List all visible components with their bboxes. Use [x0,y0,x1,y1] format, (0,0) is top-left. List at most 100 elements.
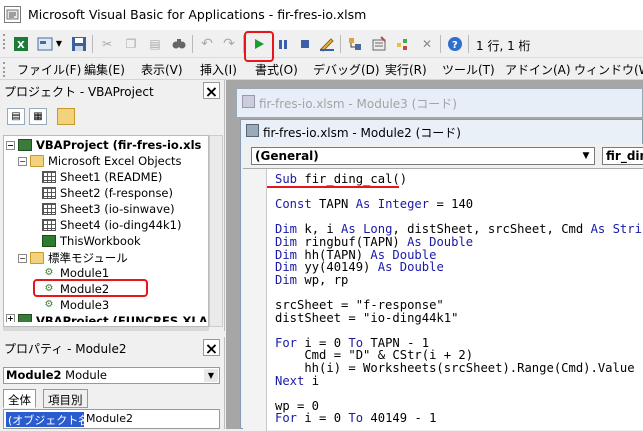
window-title: Microsoft Visual Basic for Applications … [28,7,367,22]
code-line[interactable] [275,387,643,400]
menu-insert[interactable]: 挿入(I) [200,61,237,78]
chevron-down-icon[interactable]: ▼ [54,35,64,52]
project-explorer-icon[interactable] [346,35,364,52]
menu-window[interactable]: ウィンドウ(W [574,61,643,78]
menu-run[interactable]: 実行(R) [385,61,427,78]
procedure-bar: (General) ▼ fir_ding [243,144,643,168]
chevron-down-icon[interactable]: ▼ [204,369,218,382]
procedure-combo[interactable]: fir_ding [602,147,643,165]
menu-debug[interactable]: デバッグ(D) [313,61,380,78]
cut-icon[interactable]: ✂ [98,35,116,52]
tree-vertical-scrollbar[interactable] [209,135,223,327]
title-bar: Microsoft Visual Basic for Applications … [0,0,643,30]
code-line[interactable] [275,324,643,337]
margin-indicator-bar[interactable] [243,169,267,431]
code-line[interactable]: distSheet = "io-ding44k1" [275,311,643,325]
toolbox-icon[interactable]: ✕ [418,35,436,52]
menu-tools[interactable]: ツール(T) [442,61,495,78]
paste-icon[interactable]: ▤ [146,35,164,52]
tree-node-label: Microsoft Excel Objects [48,154,182,168]
design-mode-icon[interactable] [318,35,336,52]
collapse-icon[interactable]: − [18,156,27,166]
tab-alphabetic[interactable]: 全体 [3,389,36,408]
insert-userform-icon[interactable] [36,35,54,52]
tree-node-sheet3[interactable]: Sheet3 (io-sinwave) [42,202,175,216]
code-editor[interactable]: Sub fir_ding_cal() Const TAPN As Integer… [243,168,643,431]
folder-icon [30,155,44,167]
menubar-grip[interactable] [3,62,6,77]
save-icon[interactable] [70,35,88,52]
find-icon[interactable] [170,35,188,52]
tree-node-project[interactable]: − VBAProject (fir-fres-io.xls [6,138,201,152]
excel-icon[interactable]: X [12,35,30,52]
toolbar-separator [92,35,93,53]
module3-window-title: fir-fres-io.xlsm - Module3 (コード) [259,97,457,111]
tree-horizontal-scrollbar[interactable] [3,327,209,331]
vbaproject-icon [18,139,32,151]
code-line[interactable]: hh(i) = Worksheets(srcSheet).Range(Cmd).… [275,362,643,375]
worksheet-icon [42,219,56,231]
menu-addins[interactable]: アドイン(A) [505,61,571,78]
tree-node-modules[interactable]: − 標準モジュール [18,250,128,266]
code-line[interactable]: Next i [275,374,643,388]
tree-node-label: Sheet4 (io-ding44k1) [60,218,182,232]
module2-code-window[interactable]: fir-fres-io.xlsm - Module2 (コード) (Genera… [240,119,643,431]
property-name-cell[interactable]: (オブジェクト名) [6,412,94,427]
object-select[interactable]: Module2 Module ▼ [3,367,220,384]
code-line[interactable]: Dim ringbuf(TAPN) As Double [275,236,643,249]
code-line[interactable]: Dim wp, rp [275,273,643,287]
tree-node-label: Sheet1 (README) [60,170,163,184]
tree-node-module2[interactable]: ⚙ Module2 [42,282,109,296]
object-browser-icon[interactable] [394,35,412,52]
code-line[interactable]: srcSheet = "f-response" [275,299,643,312]
code-line[interactable]: Sub fir_ding_cal() [275,173,643,186]
code-line[interactable]: Dim yy(40149) As Double [275,261,643,274]
collapse-icon[interactable]: − [18,253,27,263]
code-line[interactable]: Const TAPN As Integer = 140 [275,198,643,211]
view-object-icon[interactable]: ▦ [29,108,47,125]
close-icon[interactable]: × [203,339,220,357]
reset-icon[interactable] [296,35,314,52]
menu-file[interactable]: ファイル(F) [17,61,81,78]
collapse-icon[interactable]: − [6,140,15,150]
standard-toolbar: X ▼ ✂ ❐ ▤ ↶ ↷ ✕ ? 1 行, 1 桁 [0,30,643,58]
menu-view[interactable]: 表示(V) [141,61,183,78]
tree-node-thisworkbook[interactable]: ThisWorkbook [42,234,141,248]
properties-icon[interactable] [370,35,388,52]
tree-node-module3[interactable]: ⚙ Module3 [42,298,109,312]
expand-icon[interactable]: + [6,314,15,322]
tree-node-label: Sheet3 (io-sinwave) [60,202,175,216]
tree-node-sheet4[interactable]: Sheet4 (io-ding44k1) [42,218,181,232]
tab-categorized[interactable]: 項目別 [43,389,88,408]
toggle-folders-icon[interactable] [57,108,75,125]
redo-icon[interactable]: ↷ [220,35,238,52]
close-icon[interactable]: × [203,82,220,100]
tree-node-sheet2[interactable]: Sheet2 (f-response) [42,186,173,200]
chevron-down-icon[interactable]: ▼ [580,150,592,162]
properties-pane: プロパティ - Module2 × Module2 Module ▼ 全体 項目… [0,337,225,429]
code-line[interactable]: For i = 0 To 40149 - 1 [275,412,643,425]
view-code-icon[interactable]: ▤ [7,108,25,125]
code-text[interactable]: Sub fir_ding_cal() Const TAPN As Integer… [275,173,643,429]
tree-node-label: Sheet2 (f-response) [60,186,173,200]
vbaproject-icon [18,314,32,322]
object-combo[interactable]: (General) ▼ [251,147,595,165]
module3-code-window[interactable]: fir-fres-io.xlsm - Module3 (コード) [236,88,643,118]
copy-icon[interactable]: ❐ [122,35,140,52]
undo-icon[interactable]: ↶ [198,35,216,52]
property-tabs: 全体 項目別 [3,389,220,409]
workbook-icon [42,235,56,247]
tree-node-excel-objects[interactable]: − Microsoft Excel Objects [18,154,182,168]
tree-node-funcres[interactable]: + VBAProject (FUNCRES.XLAM) [6,314,208,322]
help-icon[interactable]: ? [446,35,464,52]
break-icon[interactable] [274,35,292,52]
keyword: Integer [377,197,430,212]
tree-node-sheet1[interactable]: Sheet1 (README) [42,170,162,184]
tree-node-module1[interactable]: ⚙ Module1 [42,266,109,280]
toolbar-grip[interactable] [3,34,6,49]
keyword: As [355,197,371,212]
menu-edit[interactable]: 編集(E) [84,61,125,78]
property-value-cell[interactable]: Module2 [86,412,133,425]
menu-format[interactable]: 書式(O) [255,61,298,78]
run-icon[interactable] [250,35,268,52]
